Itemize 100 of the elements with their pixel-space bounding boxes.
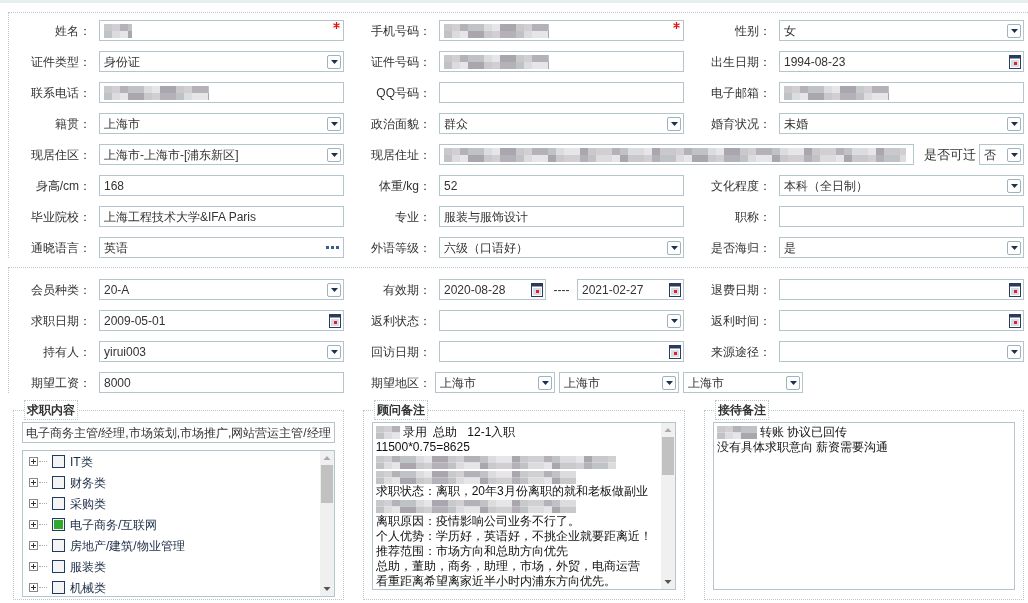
checkbox[interactable] — [52, 476, 65, 489]
field-label: 期望地区： — [370, 374, 431, 392]
date-field[interactable]: 2020-08-28 — [439, 279, 546, 300]
dropdown-field[interactable]: 六级（口语好） — [439, 237, 684, 258]
text-field[interactable]: 52 — [439, 175, 684, 196]
tree-item[interactable]: 机械类 — [70, 578, 106, 596]
calendar-icon[interactable] — [1009, 54, 1021, 69]
calendar-icon[interactable] — [531, 282, 543, 297]
note-line: 推荐范围：市场方向和总助方向优先 — [375, 544, 569, 559]
calendar-icon[interactable] — [1009, 313, 1021, 328]
text-field[interactable]: 服装与服饰设计 — [439, 206, 684, 227]
dropdown-field[interactable] — [439, 310, 684, 331]
text-field[interactable] — [439, 20, 684, 41]
scrollbar[interactable] — [319, 451, 334, 596]
tree-item[interactable]: 采购类 — [70, 494, 106, 513]
dropdown-field[interactable]: yirui003 — [99, 341, 344, 362]
field-label: 专业： — [394, 208, 431, 226]
text-field[interactable] — [439, 51, 684, 72]
tree-item[interactable]: IT类 — [70, 452, 93, 471]
checkbox[interactable] — [52, 560, 65, 573]
date-field[interactable]: 2009-05-01 — [99, 310, 344, 331]
field-label: 退费日期： — [710, 281, 771, 299]
expand-icon[interactable] — [29, 478, 38, 487]
field-label: 职称： — [734, 208, 771, 226]
field-label: 是否可迁 — [923, 145, 976, 164]
dropdown-field[interactable]: 未婚 — [779, 113, 1024, 134]
text-field[interactable] — [439, 144, 914, 165]
checkbox[interactable] — [52, 539, 65, 552]
tree-item[interactable]: 电子商务/互联网 — [70, 515, 158, 534]
lookup-field[interactable]: 英语 — [99, 237, 344, 258]
dropdown-field[interactable] — [779, 341, 1024, 362]
calendar-icon[interactable] — [1009, 282, 1021, 297]
text-field[interactable] — [439, 82, 684, 103]
date-field[interactable] — [779, 279, 1024, 300]
field-label: 外语等级： — [370, 239, 431, 257]
tree-list[interactable]: IT类 财务类 采购类 电子商务/互联网 房地产/建筑/物业管理 服装类 机械类 — [22, 450, 335, 597]
text-field[interactable]: 上海工程技术大学&IFA Paris — [99, 206, 344, 227]
field-label: 持有人： — [42, 343, 91, 361]
checkbox[interactable] — [52, 455, 65, 468]
dropdown-field[interactable]: 上海市 — [99, 113, 344, 134]
checkbox[interactable] — [52, 581, 65, 594]
note-line: 总助，董助，商务，助理，市场，外贸，电商运营 — [375, 559, 641, 574]
text-field[interactable]: 电子商务主管/经理,市场策划,市场推广,网站营运主管/经理 — [22, 422, 335, 443]
field-label: 籍贯： — [54, 115, 91, 133]
calendar-icon[interactable] — [669, 282, 681, 297]
tree-item[interactable]: 房地产/建筑/物业管理 — [70, 536, 185, 555]
field-label: 返利状态： — [370, 312, 431, 330]
scrollbar[interactable] — [660, 423, 675, 589]
text-field[interactable]: 8000 — [99, 372, 344, 393]
field-label: 手机号码： — [370, 22, 431, 40]
field-label: 会员种类： — [30, 281, 91, 299]
expand-icon[interactable] — [29, 457, 38, 466]
field-label: 电子邮箱： — [710, 84, 771, 102]
dropdown-field[interactable]: 否 — [979, 144, 1024, 165]
field-label: 证件号码： — [370, 53, 431, 71]
tree-item[interactable]: 服装类 — [70, 557, 106, 576]
field-label: 是否海归： — [710, 239, 771, 257]
range-separator: ---- — [552, 281, 571, 299]
text-field[interactable] — [779, 82, 1024, 103]
notes-textarea[interactable]: 录用 总助 12-1入职 11500*0.75=8625 求职状态：离职，20年3月份离职的就和老板做副业 离职原因：疫情影响公司业务不行了。 个人优势：学历好，英语好，不挑企业就要距离近！ 推荐范围：市场方向和总助方向优先 总助，董助，商务，助理，市场，外贸，电商运营 看重距离希望离家近半小时内浦东方向优先。 — [371, 422, 676, 590]
text-field[interactable] — [779, 206, 1024, 227]
expand-icon[interactable] — [29, 520, 38, 529]
dropdown-field[interactable]: 上海市-上海市-[浦东新区] — [99, 144, 344, 165]
dropdown-field[interactable]: 群众 — [439, 113, 684, 134]
dropdown-field[interactable]: 上海市 — [559, 372, 679, 393]
field-label: 性别： — [734, 22, 771, 40]
date-field[interactable]: 1994-08-23 — [779, 51, 1024, 72]
scroll-thumb[interactable] — [661, 437, 674, 475]
dropdown-field[interactable]: 上海市 — [683, 372, 803, 393]
calendar-icon[interactable] — [329, 313, 341, 328]
dropdown-field[interactable]: 20-A — [99, 279, 344, 300]
expand-icon[interactable] — [29, 583, 38, 592]
field-label: 通晓语言： — [30, 239, 91, 257]
dropdown-field[interactable]: 本科（全日制） — [779, 175, 1024, 196]
checkbox[interactable] — [52, 518, 65, 531]
field-label: 体重/kg： — [378, 177, 431, 195]
tree-item[interactable]: 财务类 — [70, 473, 106, 492]
date-field[interactable]: 2021-02-27 — [577, 279, 684, 300]
dropdown-field[interactable]: 上海市 — [435, 372, 555, 393]
text-field[interactable] — [99, 82, 344, 103]
text-field[interactable] — [99, 20, 344, 41]
calendar-icon[interactable] — [669, 344, 681, 359]
text-field[interactable]: 168 — [99, 175, 344, 196]
expand-icon[interactable] — [29, 562, 38, 571]
checkbox[interactable] — [52, 497, 65, 510]
dropdown-field[interactable]: 女 — [779, 20, 1024, 41]
date-field[interactable] — [779, 310, 1024, 331]
expand-icon[interactable] — [29, 541, 38, 550]
more-icon[interactable] — [326, 246, 339, 249]
dropdown-field[interactable]: 是 — [779, 237, 1024, 258]
notes-textarea[interactable]: 转账 协议已回传 没有具体求职意向 薪资需要沟通 — [712, 422, 1015, 590]
panel-title: 求职内容 — [24, 400, 78, 420]
field-label: 文化程度： — [710, 177, 771, 195]
expand-icon[interactable] — [29, 499, 38, 508]
field-label: 毕业院校： — [30, 208, 91, 226]
note-line: 看重距离希望离家近半小时内浦东方向优先。 — [375, 574, 617, 589]
dropdown-field[interactable]: 身份证 — [99, 51, 344, 72]
scroll-thumb[interactable] — [320, 465, 333, 503]
field-label: 现居住址： — [370, 146, 431, 164]
date-field[interactable] — [439, 341, 684, 362]
